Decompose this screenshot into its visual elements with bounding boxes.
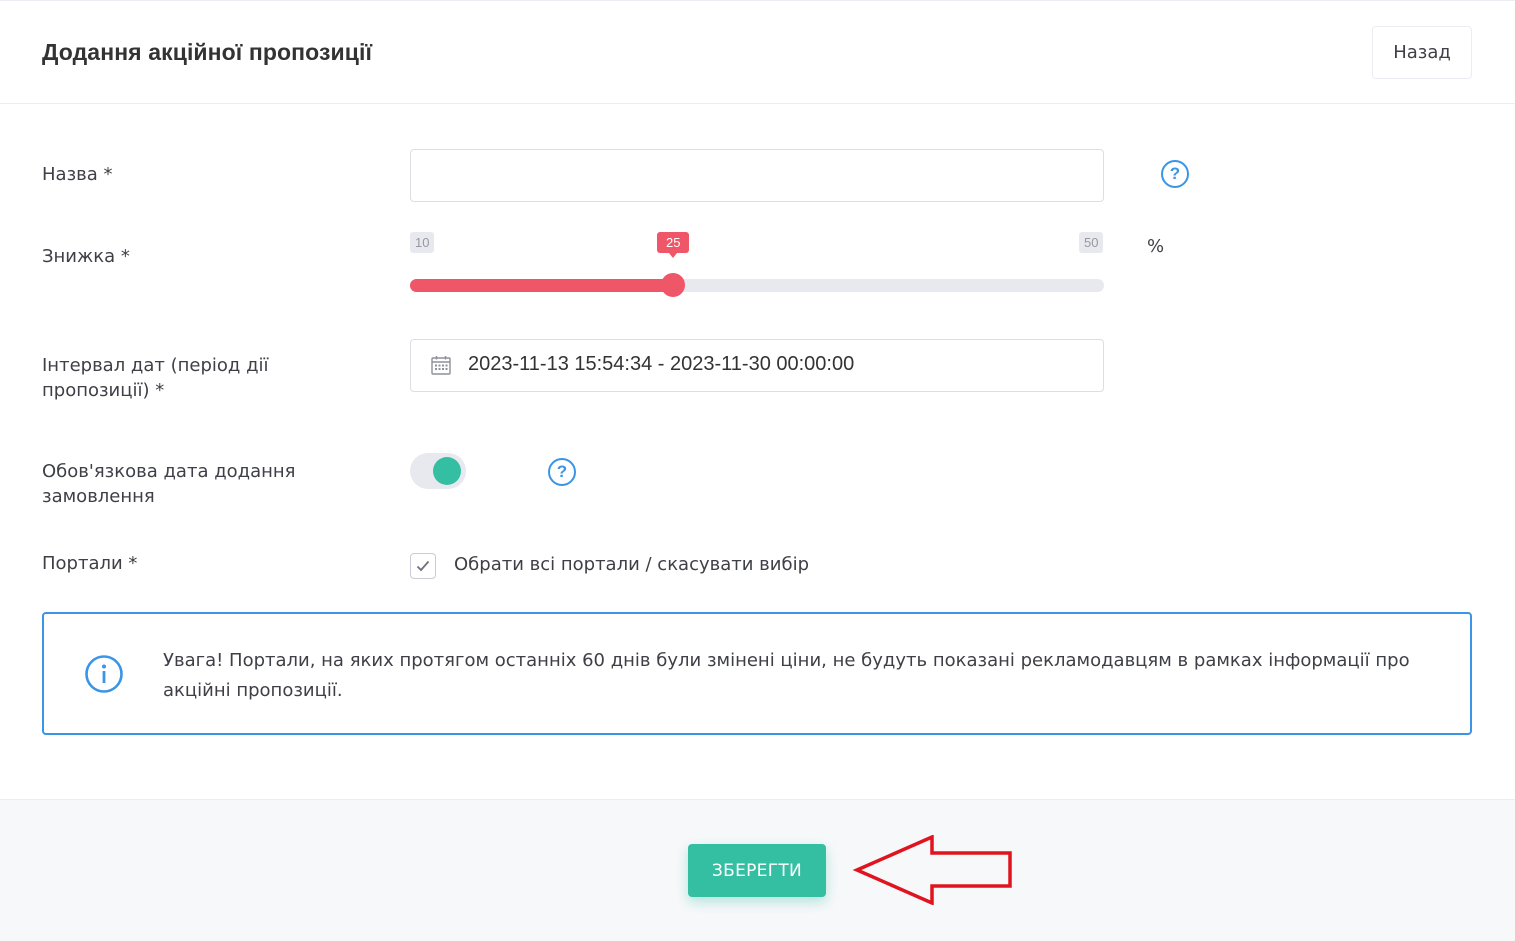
- info-alert: Увага! Портали, на яких протягом останні…: [42, 612, 1472, 735]
- page-header: Додання акційної пропозиції Назад: [0, 1, 1515, 104]
- date-range-value: 2023-11-13 15:54:34 - 2023-11-30 00:00:0…: [468, 353, 855, 375]
- toggle-knob: [433, 457, 461, 485]
- date-range-input[interactable]: 2023-11-13 15:54:34 - 2023-11-30 00:00:0…: [410, 339, 1104, 392]
- discount-slider-handle[interactable]: [661, 273, 686, 297]
- select-all-portals-checkbox[interactable]: [410, 553, 436, 579]
- required-order-date-toggle[interactable]: [410, 453, 466, 489]
- required-order-date-label: Обов'язкова дата додання замовлення: [42, 461, 296, 507]
- discount-label: Знижка *: [42, 246, 130, 267]
- slider-value-label: 25: [657, 232, 690, 258]
- red-arrow-icon: [852, 835, 1012, 905]
- form-footer: ЗБЕРЕГТИ: [0, 799, 1515, 941]
- alert-text: Увага! Портали, на яких протягом останні…: [163, 650, 1410, 701]
- date-range-label: Інтервал дат (період дії пропозиції) *: [42, 355, 269, 401]
- info-circle-icon: [85, 655, 123, 693]
- save-button[interactable]: ЗБЕРЕГТИ: [688, 844, 826, 897]
- question-circle-icon[interactable]: ?: [548, 458, 576, 486]
- back-button[interactable]: Назад: [1372, 26, 1472, 79]
- discount-slider-track[interactable]: [410, 279, 1104, 292]
- name-input[interactable]: [410, 149, 1104, 202]
- name-label: Назва *: [42, 164, 113, 185]
- question-circle-icon[interactable]: ?: [1161, 160, 1189, 188]
- discount-slider-fill: [410, 279, 674, 292]
- check-icon: [416, 560, 430, 572]
- slider-max-label: 50: [1079, 232, 1104, 253]
- page: Додання акційної пропозиції Назад Назва …: [0, 0, 1515, 941]
- discount-unit: %: [1147, 236, 1165, 257]
- page-title: Додання акційної пропозиції: [42, 39, 373, 65]
- portals-label: Портали *: [42, 553, 138, 574]
- calendar-icon: [431, 356, 451, 375]
- select-all-portals-label[interactable]: Обрати всі портали / скасувати вибір: [454, 554, 809, 575]
- slider-min-label: 10: [410, 232, 435, 253]
